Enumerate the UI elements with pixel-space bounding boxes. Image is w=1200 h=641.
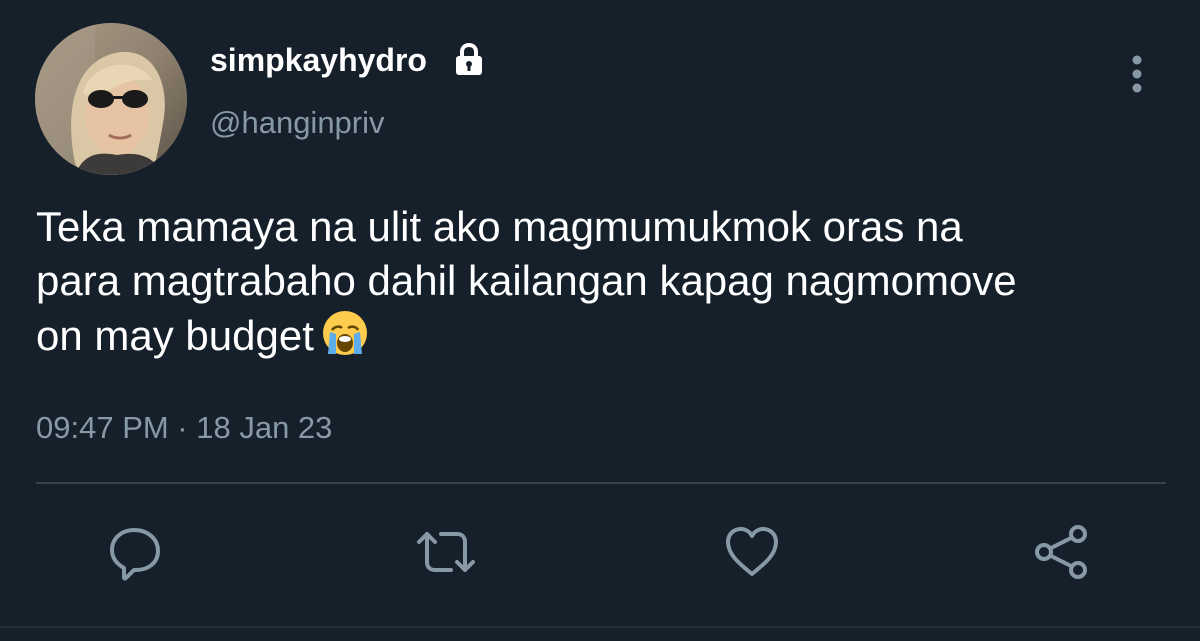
display-name[interactable]: simpkayhydro bbox=[210, 40, 427, 80]
divider bbox=[36, 482, 1166, 484]
reply-button[interactable] bbox=[106, 522, 166, 582]
tweet-text-line: para magtrabaho dahil kailangan kapag na… bbox=[36, 257, 1017, 304]
lock-icon bbox=[456, 42, 482, 75]
tweet-text-line: Teka mamaya na ulit ako magmumukmok oras… bbox=[36, 203, 963, 250]
share-button[interactable] bbox=[1032, 522, 1092, 582]
tweet-card: simpkayhydro @hanginpriv Teka mamaya na … bbox=[0, 0, 1200, 641]
heart-icon bbox=[726, 527, 778, 576]
avatar[interactable] bbox=[35, 23, 187, 175]
retweet-icon bbox=[417, 532, 475, 572]
tweet-text-line-content: on may budget bbox=[36, 312, 314, 359]
loudly-crying-face-icon bbox=[322, 311, 367, 355]
speech-bubble-icon bbox=[110, 528, 160, 581]
share-icon bbox=[1035, 525, 1087, 579]
more-vertical-icon[interactable] bbox=[1120, 52, 1154, 96]
tweet-text-line: on may budget bbox=[36, 308, 1166, 362]
like-button[interactable] bbox=[722, 522, 782, 582]
divider bbox=[0, 626, 1200, 628]
user-handle[interactable]: @hanginpriv bbox=[210, 103, 385, 143]
tweet-text: Teka mamaya na ulit ako magmumukmok oras… bbox=[36, 200, 1166, 362]
retweet-button[interactable] bbox=[413, 522, 475, 582]
timestamp[interactable]: 09:47 PM · 18 Jan 23 bbox=[36, 409, 332, 447]
